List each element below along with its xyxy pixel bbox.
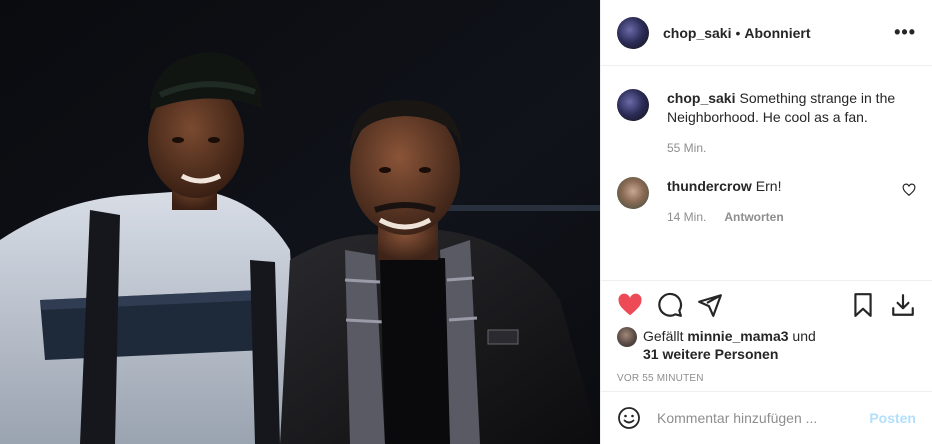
- actions-section: Gefällt minnie_mama3 und 31 weitere Pers…: [601, 280, 932, 384]
- comment-body: thundercrow Ern! 14 Min. Antworten: [667, 177, 902, 224]
- comment-text: Ern!: [755, 178, 782, 194]
- action-icons-bar: [617, 281, 916, 329]
- comment-row: thundercrow Ern! 14 Min. Antworten: [617, 177, 916, 224]
- post-timestamp[interactable]: VOR 55 MINUTEN: [617, 373, 916, 384]
- caption-avatar[interactable]: [617, 89, 649, 121]
- download-icon[interactable]: [890, 292, 916, 318]
- likes-text: Gefällt minnie_mama3 und 31 weitere Pers…: [643, 327, 816, 363]
- caption-row: chop_saki Something strange in the Neighb…: [617, 89, 916, 155]
- comment-input[interactable]: [657, 410, 870, 426]
- liker-username[interactable]: minnie_mama3: [687, 328, 788, 344]
- commenter-avatar[interactable]: [617, 177, 649, 209]
- comment-username[interactable]: thundercrow: [667, 178, 752, 194]
- author-username[interactable]: chop_saki: [663, 25, 731, 41]
- paper-plane-icon[interactable]: [697, 292, 723, 318]
- post-comment-button[interactable]: Posten: [869, 410, 916, 426]
- smiley-icon[interactable]: [617, 406, 641, 430]
- post-header: chop_saki • Abonniert •••: [601, 0, 932, 66]
- photo-illustration: [0, 0, 600, 444]
- comment-bubble-icon[interactable]: [657, 292, 683, 318]
- caption-meta: 55 Min.: [667, 141, 916, 155]
- likes-and: und: [792, 328, 816, 344]
- separator-dot: •: [735, 24, 741, 41]
- caption-time: 55 Min.: [667, 141, 707, 155]
- comment-text-block: thundercrow Ern!: [667, 177, 902, 196]
- add-comment-bar: Posten: [601, 391, 932, 444]
- author-avatar[interactable]: [617, 16, 649, 49]
- follow-status[interactable]: Abonniert: [744, 25, 810, 41]
- caption-body: chop_saki Something strange in the Neighb…: [667, 89, 916, 155]
- caption-username[interactable]: chop_saki: [667, 90, 735, 106]
- others-likes-link[interactable]: 31 weitere Personen: [643, 346, 778, 362]
- action-icons-right: [850, 292, 916, 318]
- comment-like-heart-icon[interactable]: [902, 183, 916, 197]
- comment-time: 14 Min.: [667, 210, 707, 224]
- likes-prefix: Gefällt: [643, 328, 684, 344]
- likes-summary: Gefällt minnie_mama3 und 31 weitere Pers…: [617, 327, 916, 363]
- comment-meta: 14 Min. Antworten: [667, 210, 902, 224]
- bookmark-icon[interactable]: [850, 292, 876, 318]
- comments-section: chop_saki Something strange in the Neighb…: [601, 67, 932, 280]
- liker-avatar[interactable]: [617, 327, 637, 347]
- more-options-icon[interactable]: •••: [894, 22, 916, 43]
- post-details-panel: chop_saki • Abonniert ••• chop_saki Somet…: [600, 0, 932, 444]
- heart-filled-icon[interactable]: [617, 292, 643, 318]
- post-photo[interactable]: [0, 0, 600, 444]
- caption-text-block: chop_saki Something strange in the Neighb…: [667, 89, 916, 127]
- reply-button[interactable]: Antworten: [724, 210, 783, 224]
